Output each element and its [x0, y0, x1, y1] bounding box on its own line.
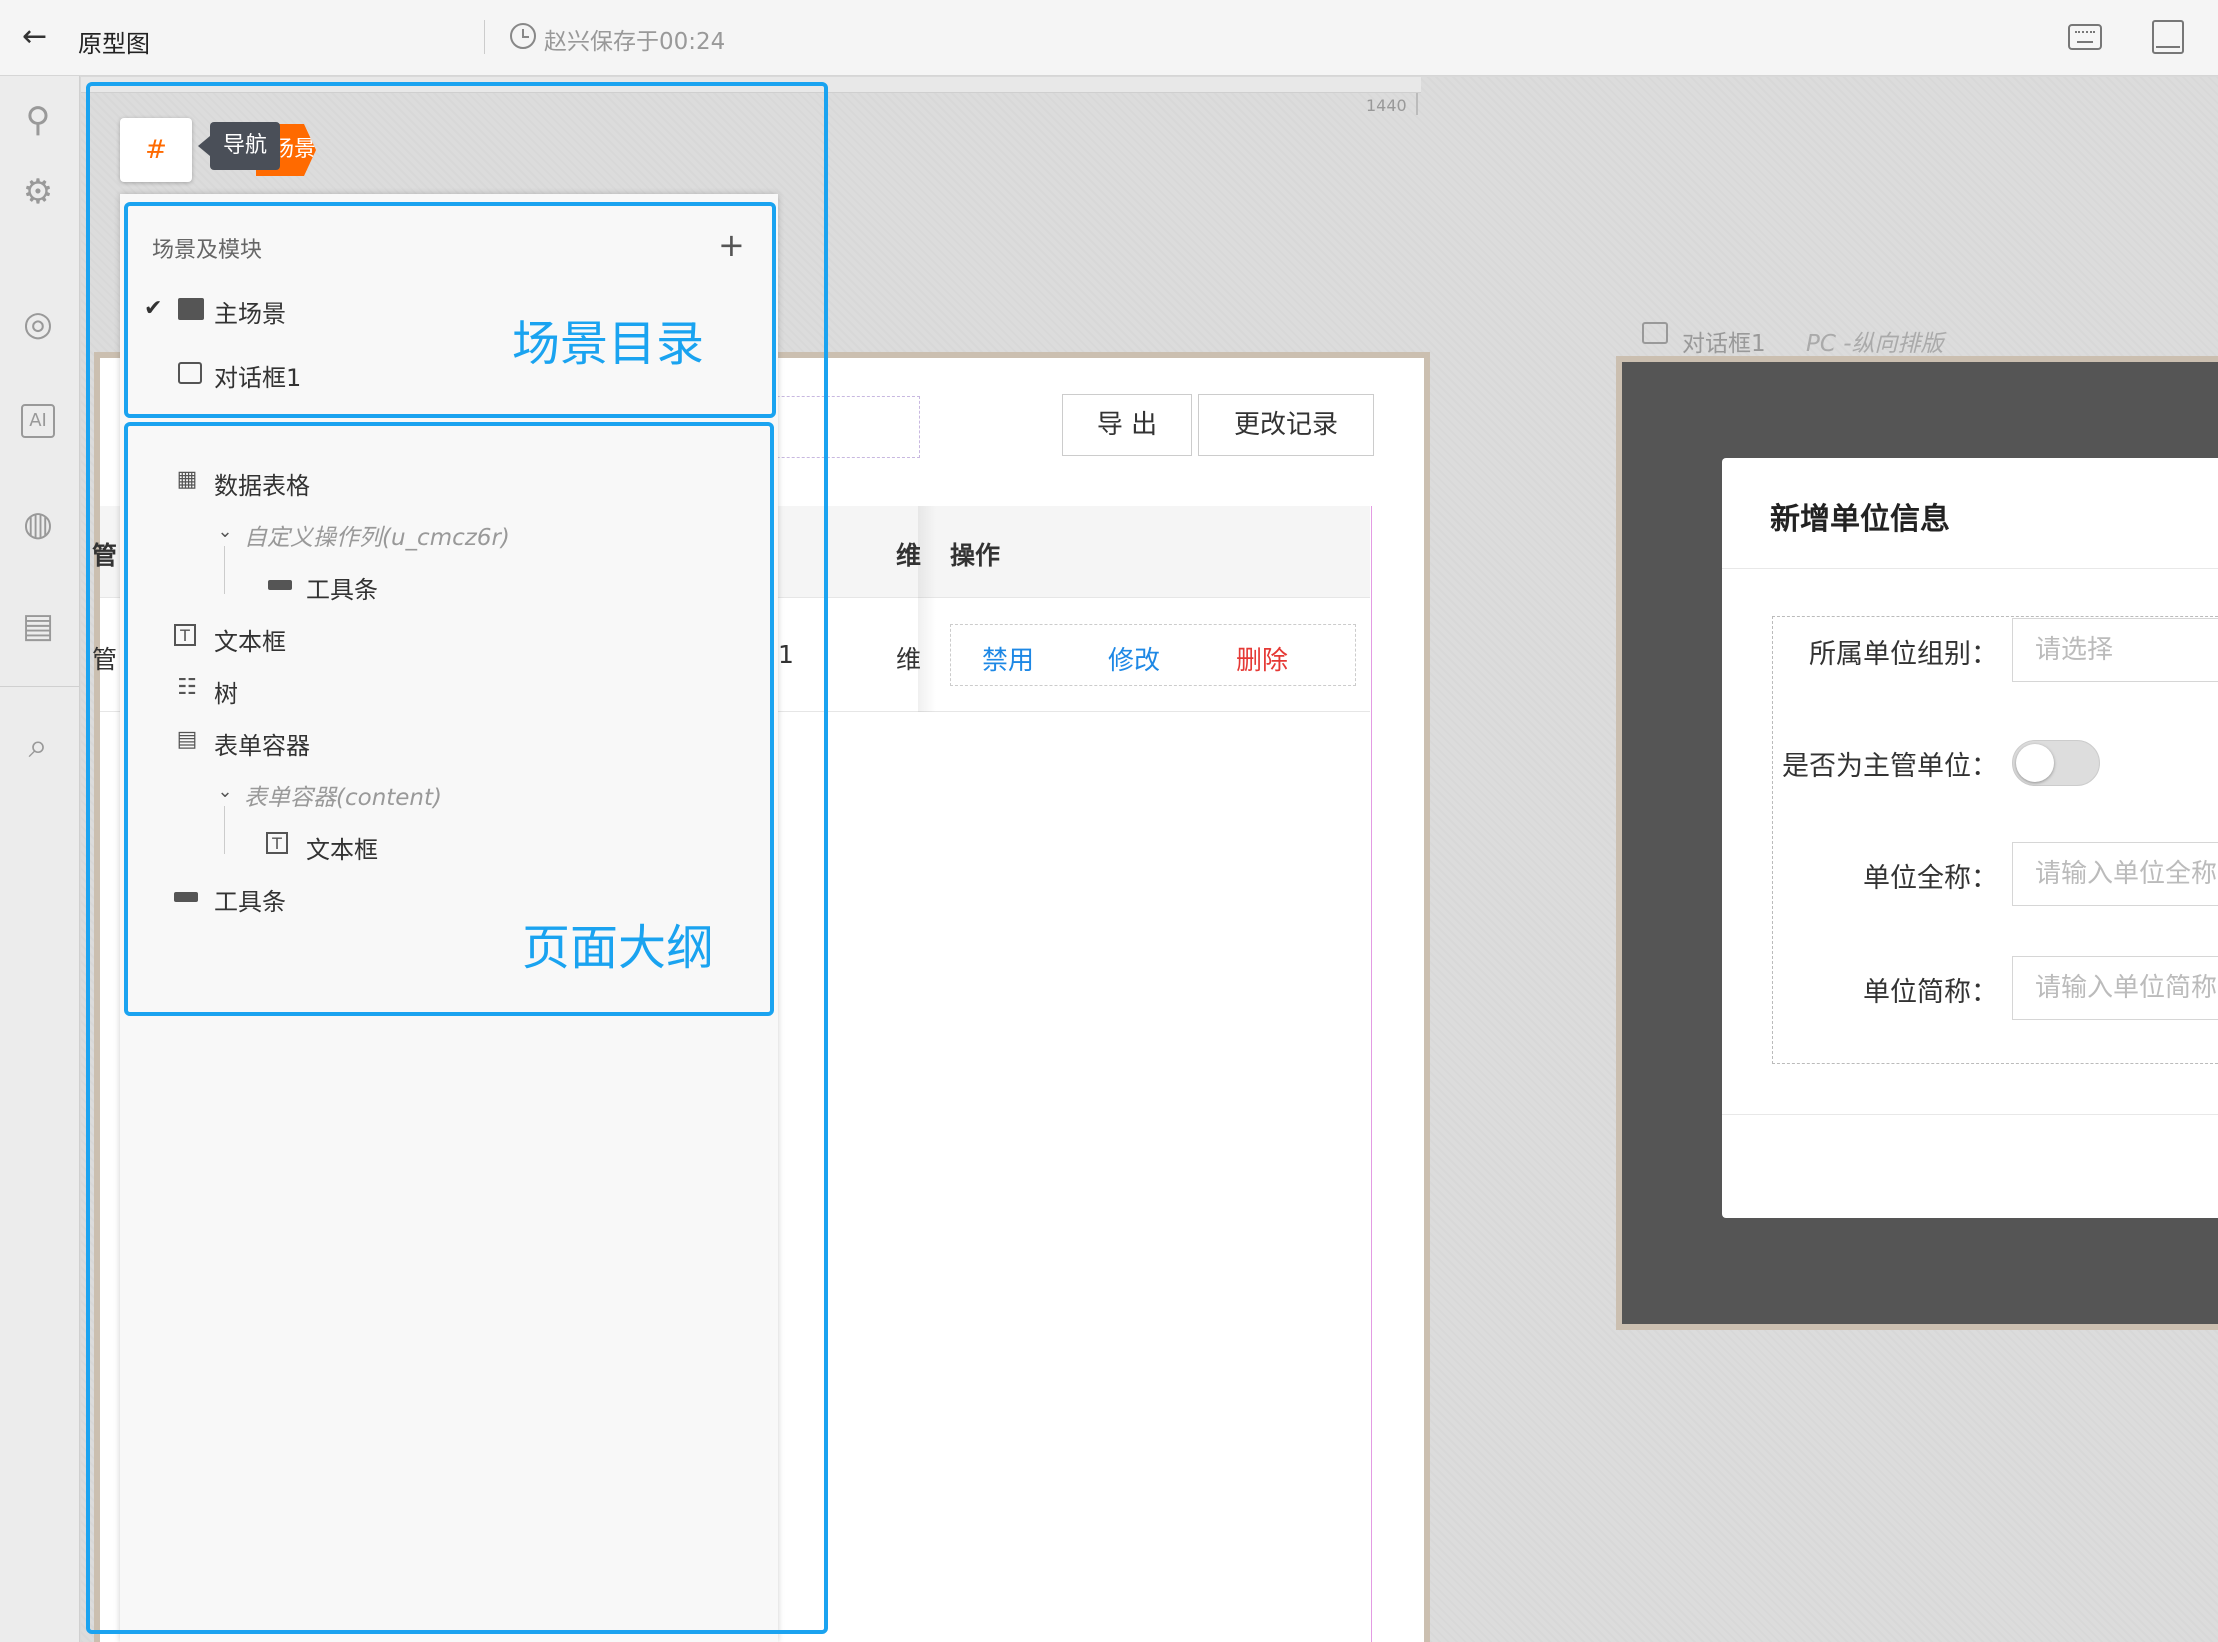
- delete-link[interactable]: 删除: [1236, 640, 1288, 677]
- ruler-end-marker: [1416, 93, 1418, 115]
- palette-icon[interactable]: ◍: [16, 502, 60, 546]
- search-icon[interactable]: ⌕: [16, 724, 60, 768]
- ruler-width-label: 1440: [1366, 96, 1407, 115]
- org-group-label: 所属单位组别：: [1809, 639, 1998, 670]
- edit-link[interactable]: 修改: [1108, 640, 1160, 677]
- table-header-action: 操作: [950, 541, 1001, 570]
- toggle-knob: [2016, 744, 2054, 782]
- book-icon[interactable]: [2152, 20, 2184, 54]
- topbar-divider: [484, 20, 485, 54]
- dialog-title: 新增单位信息: [1770, 502, 1950, 537]
- plugin-icon[interactable]: ⚲: [16, 98, 60, 142]
- short-name-input[interactable]: 请输入单位简称: [2012, 956, 2218, 1020]
- ai-chip-icon[interactable]: AI: [21, 404, 55, 438]
- change-log-button[interactable]: 更改记录: [1198, 394, 1374, 456]
- navigation-highlight-frame: [86, 82, 828, 1634]
- history-icon[interactable]: ▤: [16, 604, 60, 648]
- disable-link[interactable]: 禁用: [982, 640, 1034, 677]
- page-title: 原型图: [78, 30, 150, 58]
- short-name-label: 单位简称：: [1863, 977, 1998, 1008]
- primary-unit-label: 是否为主管单位：: [1782, 751, 1998, 782]
- org-group-select[interactable]: 请选择: [2012, 618, 2218, 682]
- rail-divider: [0, 686, 80, 687]
- top-bar: [0, 0, 2218, 76]
- clock-icon: [510, 23, 536, 49]
- dialog-scene-icon: [1642, 322, 1668, 344]
- full-name-input[interactable]: 请输入单位全称: [2012, 842, 2218, 906]
- export-button[interactable]: 导 出: [1062, 394, 1192, 456]
- globe-icon[interactable]: ◎: [16, 302, 60, 346]
- dialog-footer-divider: [1722, 1114, 2218, 1115]
- full-name-label: 单位全称：: [1863, 863, 1998, 894]
- back-arrow-icon[interactable]: ←: [22, 20, 62, 56]
- settings-icon[interactable]: ⚙: [16, 170, 60, 214]
- dialog-divider: [1722, 568, 2218, 569]
- dialog-scene-name[interactable]: 对话框1: [1682, 324, 1766, 358]
- table-header-cell: 维: [896, 541, 922, 570]
- save-status-text: 赵兴保存于00:24: [544, 29, 726, 55]
- table-cell: 维: [896, 645, 922, 674]
- keyboard-icon[interactable]: [2068, 24, 2102, 50]
- dialog-scene-layout: PC -纵向排版: [1806, 331, 1944, 357]
